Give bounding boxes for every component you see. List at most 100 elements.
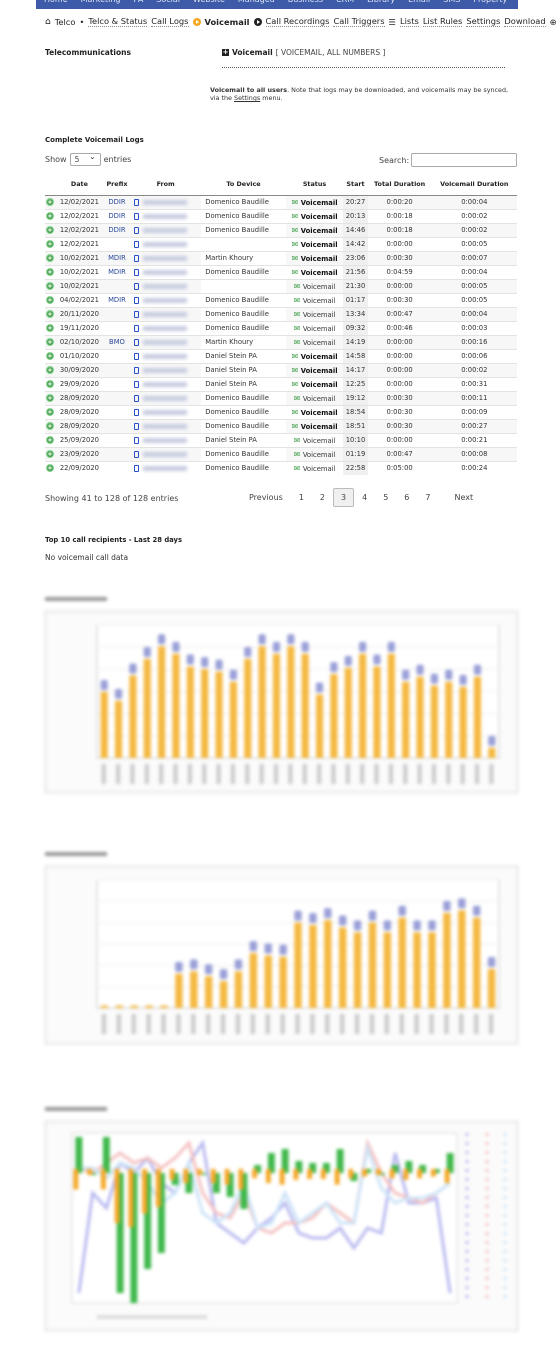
page-button[interactable]: 6 — [396, 488, 417, 507]
prefix-cell: MDIR — [103, 292, 131, 307]
expand-cell[interactable]: + — [45, 418, 55, 433]
subnav-call-logs[interactable]: Call Logs — [151, 16, 189, 27]
column-header[interactable]: From — [130, 175, 202, 196]
subnav-voicemail[interactable]: Voicemail — [205, 17, 250, 27]
subnav-lists[interactable]: Lists — [399, 16, 419, 27]
subnav-list-rules[interactable]: List Rules — [422, 16, 463, 27]
expand-plus-icon[interactable]: + — [45, 282, 54, 290]
column-header[interactable]: Date — [54, 175, 104, 196]
subnav-call-recordings[interactable]: Call Recordings — [265, 16, 330, 27]
expand-plus-icon[interactable]: + — [45, 436, 54, 444]
expand-cell[interactable]: + — [45, 208, 55, 223]
expand-cell[interactable]: + — [45, 404, 55, 419]
expand-plus-icon[interactable]: + — [45, 310, 54, 318]
voicemail-duration-cell: 0:00:11 — [431, 390, 517, 405]
column-header[interactable]: Start — [343, 175, 368, 196]
expand-plus-icon[interactable]: + — [45, 408, 54, 416]
next-button[interactable]: Next — [446, 488, 481, 507]
bar-label — [272, 641, 281, 652]
topnav-item[interactable]: PA — [134, 0, 144, 9]
expand-plus-icon[interactable]: + — [222, 49, 229, 56]
bar — [100, 691, 108, 758]
topnav-item[interactable]: Email — [408, 0, 430, 9]
subnav-settings[interactable]: Settings — [466, 16, 501, 27]
expand-cell[interactable]: + — [45, 222, 55, 237]
expand-cell[interactable]: + — [45, 250, 55, 265]
total-duration-cell: 0:00:00 — [367, 376, 432, 391]
expand-cell[interactable]: + — [45, 362, 55, 377]
search-input[interactable] — [411, 153, 518, 167]
expand-cell[interactable]: + — [45, 446, 55, 461]
expand-plus-icon[interactable]: + — [45, 394, 54, 402]
expand-cell[interactable]: + — [45, 194, 55, 209]
expand-cell[interactable]: + — [45, 264, 55, 279]
settings-link[interactable]: Settings — [234, 94, 260, 102]
subnav-telco-status[interactable]: Telco & Status — [88, 16, 148, 27]
expand-plus-icon[interactable]: + — [45, 464, 54, 473]
subnav-call-triggers[interactable]: Call Triggers — [333, 16, 385, 27]
page-button[interactable]: 1 — [291, 488, 312, 507]
column-header[interactable]: To Device — [201, 175, 286, 196]
expand-plus-icon[interactable]: + — [45, 254, 54, 262]
topnav-item[interactable]: Business — [288, 0, 323, 9]
bar-label — [172, 641, 180, 652]
topnav-item[interactable]: Home — [44, 0, 68, 9]
expand-plus-icon[interactable]: + — [45, 324, 54, 332]
expand-cell[interactable]: + — [45, 278, 55, 293]
topnav-item[interactable]: Website — [193, 0, 225, 9]
expand-plus-icon[interactable]: + — [45, 450, 54, 458]
expand-plus-icon[interactable]: + — [45, 338, 54, 346]
page-button[interactable]: 5 — [375, 488, 396, 507]
entries-select[interactable]: 5 — [69, 151, 101, 166]
expand-cell[interactable]: + — [45, 320, 55, 335]
support-icon[interactable]: ⊕ — [550, 17, 557, 27]
page-button[interactable]: 3 — [333, 488, 355, 507]
expand-cell[interactable]: + — [45, 306, 55, 321]
prefix-cell — [103, 446, 131, 461]
expand-cell[interactable]: + — [45, 376, 55, 391]
expand-plus-icon[interactable]: + — [45, 240, 54, 248]
expand-plus-icon[interactable]: + — [45, 212, 54, 220]
page-button[interactable]: 7 — [417, 488, 438, 507]
previous-button[interactable]: Previous — [241, 488, 291, 507]
expand-cell[interactable]: + — [45, 334, 55, 349]
topnav-item[interactable]: Library — [367, 0, 395, 9]
expand-plus-icon[interactable]: + — [45, 226, 54, 234]
expand-plus-icon[interactable]: + — [45, 422, 54, 430]
expand-plus-icon[interactable]: + — [45, 380, 54, 388]
expand-plus-icon[interactable]: + — [45, 352, 54, 360]
topnav-item[interactable]: Social — [156, 0, 180, 9]
expand-plus-icon[interactable]: + — [45, 198, 54, 206]
to-device-cell: Domenico Baudille — [201, 404, 286, 419]
to-device-cell: Daniel Stein PA — [201, 376, 286, 391]
expand-cell[interactable]: + — [45, 236, 55, 251]
topnav-item[interactable]: Marketing — [81, 0, 121, 9]
column-header[interactable]: Total Duration — [367, 175, 432, 196]
total-duration-cell: 0:00:30 — [367, 404, 432, 419]
column-header[interactable]: Prefix — [103, 175, 131, 196]
expand-cell[interactable]: + — [45, 432, 55, 447]
column-header[interactable]: Voicemail Duration — [431, 175, 517, 196]
topnav-item[interactable]: Property — [473, 0, 507, 9]
subnav-download[interactable]: Download — [504, 16, 546, 27]
topnav-item[interactable]: SMS — [443, 0, 460, 9]
column-header[interactable]: Status — [285, 175, 344, 196]
table-info: Showing 41 to 128 of 128 entries — [45, 494, 179, 503]
expand-cell[interactable]: + — [45, 292, 55, 307]
page-button[interactable]: 2 — [312, 488, 333, 507]
expand-cell[interactable]: + — [45, 390, 55, 405]
status-cell: ✉ Voicemail — [285, 264, 344, 279]
subnav-home[interactable]: Telco — [55, 17, 76, 27]
prefix-cell — [103, 362, 131, 377]
expand-cell[interactable]: + — [45, 460, 55, 475]
column-header[interactable] — [45, 175, 55, 196]
page-button[interactable]: 4 — [354, 488, 375, 507]
date-cell: 02/10/2020 — [54, 334, 104, 349]
topnav-item[interactable]: CRM — [336, 0, 354, 9]
topnav-item[interactable]: Managed — [238, 0, 275, 9]
expand-plus-icon[interactable]: + — [45, 366, 54, 374]
expand-plus-icon[interactable]: + — [45, 268, 54, 276]
expand-cell[interactable]: + — [45, 348, 55, 363]
expand-plus-icon[interactable]: + — [45, 296, 54, 304]
total-duration-cell: 0:00:18 — [367, 208, 432, 223]
